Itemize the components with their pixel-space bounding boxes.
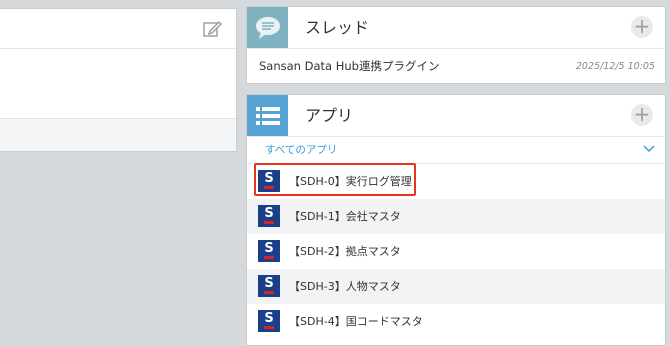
app-list-item[interactable]: S 【SDH-4】国コードマスタ <box>247 304 665 339</box>
left-panel-header <box>0 9 236 49</box>
app-name[interactable]: 【SDH-1】会社マスタ <box>289 199 401 234</box>
thread-name[interactable]: Sansan Data Hub連携プラグイン <box>259 49 439 83</box>
thread-timestamp: 2025/12/5 10:05 <box>575 61 655 72</box>
add-app-button[interactable]: + <box>631 104 653 126</box>
app-widget-title: アプリ <box>305 106 354 125</box>
sansan-app-icon: S <box>258 240 280 262</box>
app-name[interactable]: 【SDH-3】人物マスタ <box>289 269 401 304</box>
thread-item[interactable]: Sansan Data Hub連携プラグイン 2025/12/5 10:05 <box>247 49 665 83</box>
list-icon <box>247 95 288 136</box>
sansan-app-icon: S <box>258 275 280 297</box>
chevron-down-icon[interactable] <box>643 144 655 154</box>
edit-icon[interactable] <box>202 19 222 39</box>
sansan-app-icon: S <box>258 205 280 227</box>
left-panel <box>0 8 237 152</box>
left-panel-body <box>0 49 236 119</box>
highlight-box <box>254 163 416 196</box>
app-filter-label[interactable]: すべてのアプリ <box>265 137 337 163</box>
app-list-item[interactable]: S 【SDH-2】拠点マスタ <box>247 234 665 269</box>
sansan-app-icon: S <box>258 310 280 332</box>
speech-bubble-icon <box>247 7 288 48</box>
left-panel-footer <box>0 118 236 151</box>
app-list-item[interactable]: S 【SDH-3】人物マスタ <box>247 269 665 304</box>
thread-widget: スレッド + Sansan Data Hub連携プラグイン 2025/12/5 … <box>246 6 666 84</box>
app-widget: アプリ + すべてのアプリ S 【SDH-0】実行ログ管理 S 【SDH-1】会… <box>246 94 666 346</box>
app-widget-header: アプリ + <box>247 95 665 137</box>
app-list-item[interactable]: S 【SDH-1】会社マスタ <box>247 199 665 234</box>
add-thread-button[interactable]: + <box>631 16 653 38</box>
thread-widget-header: スレッド + <box>247 7 665 49</box>
thread-widget-title: スレッド <box>305 18 370 37</box>
app-filter-dropdown[interactable]: すべてのアプリ <box>247 137 665 164</box>
app-name[interactable]: 【SDH-2】拠点マスタ <box>289 234 401 269</box>
app-name[interactable]: 【SDH-4】国コードマスタ <box>289 304 423 339</box>
